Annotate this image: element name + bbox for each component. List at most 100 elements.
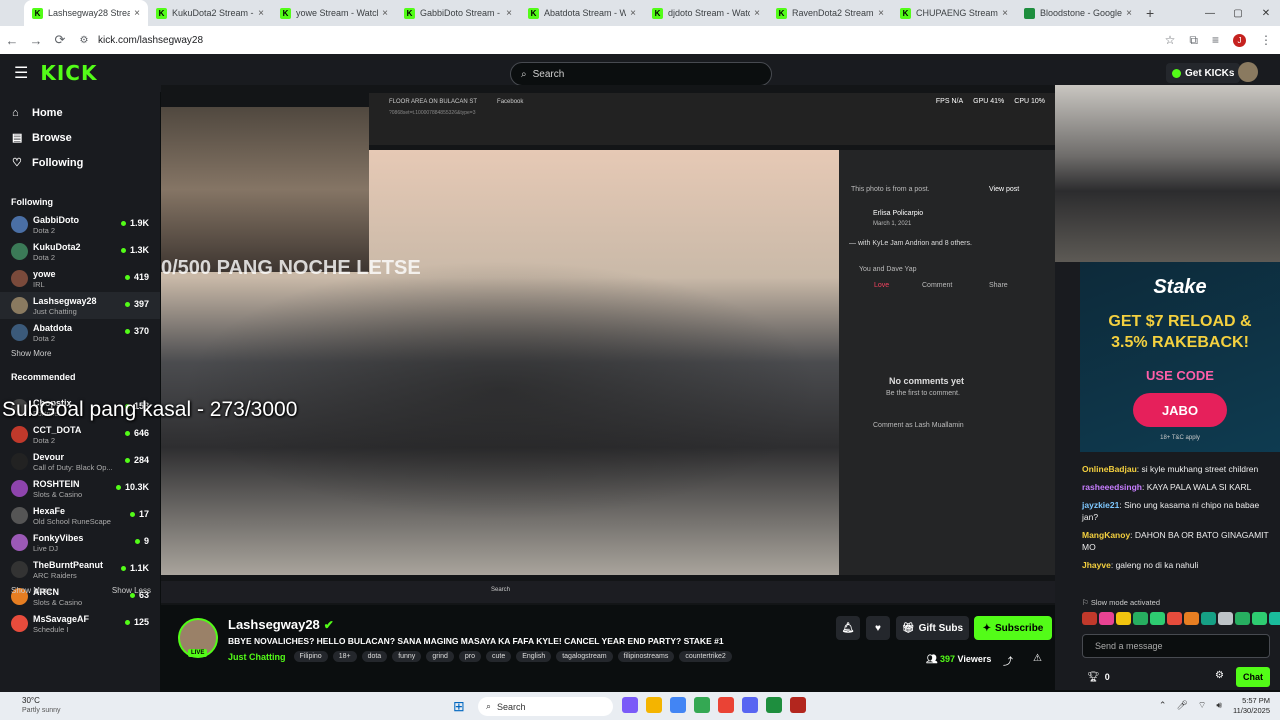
mic-icon[interactable]: 🎤︎ (1176, 700, 1187, 711)
kick-logo[interactable]: KICK (40, 61, 97, 85)
settings-gear-icon[interactable]: ⚙ (1215, 670, 1224, 681)
profile-avatar[interactable]: J (1233, 33, 1246, 47)
chat-username[interactable]: OnlineBadjau (1082, 464, 1137, 474)
channel-item[interactable]: HexaFe Old School RuneScape 17 (0, 502, 160, 529)
emote-icon[interactable] (1235, 612, 1250, 625)
emote-icon[interactable] (1150, 612, 1165, 625)
stream-tag[interactable]: tagalogstream (556, 651, 613, 662)
channel-item[interactable]: Lashsegway28 Just Chatting 397 (0, 292, 160, 319)
reload-icon[interactable]: ⟳ (48, 32, 72, 48)
search-input[interactable]: ⌕ Search (510, 62, 772, 86)
chrome-icon[interactable] (718, 697, 734, 713)
browser-tab[interactable]: K Abatdota Stream - Watc× (520, 0, 644, 26)
discord-icon[interactable] (742, 697, 758, 713)
weather-widget[interactable]: 30°C Partly sunny (22, 696, 61, 716)
category-link[interactable]: Just Chatting (228, 652, 286, 662)
windows-start-icon[interactable]: ⊞ (453, 698, 465, 715)
chrome-icon[interactable] (670, 697, 686, 713)
emote-icon[interactable] (1133, 612, 1148, 625)
wifi-icon[interactable]: ⌔ (1198, 700, 1206, 711)
app-icon[interactable] (766, 697, 782, 713)
tab-close-icon[interactable]: × (878, 8, 884, 19)
notification-bell-button[interactable]: 🔔︎ (836, 616, 860, 640)
stream-tag[interactable]: cute (486, 651, 512, 662)
stream-tag[interactable]: countertrike2 (679, 651, 732, 662)
show-more-recommended[interactable]: Show More (11, 586, 51, 595)
forward-icon[interactable]: → (24, 33, 48, 48)
hamburger-icon[interactable]: ☰ (14, 63, 28, 83)
emote-icon[interactable] (1252, 612, 1267, 625)
emote-icon[interactable] (1099, 612, 1114, 625)
follow-heart-button[interactable]: ♥ (866, 616, 890, 640)
browser-tab[interactable]: Kyowe Stream - Watch L × (272, 0, 396, 26)
browser-tab[interactable]: K GabbiDoto Stream - Wa × (396, 0, 520, 26)
file-explorer-icon[interactable] (646, 697, 662, 713)
tab-close-icon[interactable]: × (258, 8, 264, 19)
emote-icon[interactable] (1269, 612, 1280, 625)
browser-tab[interactable]: Bloodstone - Google Sh× (1016, 0, 1140, 26)
extensions-icon[interactable]: ⧉ (1189, 33, 1198, 48)
site-info-icon[interactable]: ⚙ (72, 35, 96, 46)
emote-icon[interactable] (1116, 612, 1131, 625)
app-icon[interactable] (790, 697, 806, 713)
stream-tag[interactable]: dota (361, 651, 388, 662)
streamer-name[interactable]: Lashsegway28 (228, 617, 320, 632)
sidebar-item-browse[interactable]: ▤ Browse (0, 125, 160, 150)
chat-input[interactable]: Send a message (1082, 634, 1270, 658)
emote-icon[interactable] (1218, 612, 1233, 625)
gift-subs-button[interactable]: 🎁︎ Gift Subs (896, 616, 969, 640)
chrome-icon[interactable] (694, 697, 710, 713)
tab-close-icon[interactable]: × (382, 8, 388, 19)
browser-tab[interactable]: K RavenDota2 Stream - W × (768, 0, 892, 26)
stream-tag[interactable]: English (516, 651, 552, 662)
taskbar-search[interactable]: ⌕ Search (478, 697, 613, 716)
chevron-up-icon[interactable]: ⌃ (1159, 700, 1167, 711)
user-avatar[interactable] (1238, 62, 1258, 82)
stream-tag[interactable]: grind (426, 651, 454, 662)
channel-item[interactable]: yowe IRL 419 (0, 265, 160, 292)
emote-icon[interactable] (1167, 612, 1182, 625)
channel-item[interactable]: TheBurntPeanut ARC Raiders 1.1K (0, 556, 160, 583)
url-field[interactable]: kick.com/lashsegway28 (98, 35, 203, 46)
chat-username[interactable]: jayzkie21 (1082, 500, 1119, 510)
volume-icon[interactable]: 🔊︎ (1216, 700, 1222, 711)
browser-tab[interactable]: K CHUPAENG Stream - Wa × (892, 0, 1016, 26)
minimize-icon[interactable]: — (1196, 8, 1224, 19)
chat-username[interactable]: rasheeedsingh (1082, 482, 1142, 492)
clock[interactable]: 5:57 PM 11/30/2025 (1233, 696, 1270, 716)
stream-tag[interactable]: filipinostreams (617, 651, 675, 662)
sidebar-item-home[interactable]: ⌂ Home (0, 100, 160, 125)
browser-tab[interactable]: K Lashsegway28 Stream× (24, 0, 148, 26)
report-icon[interactable]: ⚠ (1033, 653, 1042, 664)
channel-item[interactable]: GabbiDoto Dota 2 1.9K (0, 211, 160, 238)
video-player[interactable]: FLOOR AREA ON BULACAN ST Facebook ?0868s… (161, 85, 1055, 605)
subscribe-button[interactable]: ✦ Subscribe (974, 616, 1052, 640)
stream-tag[interactable]: funny (392, 651, 422, 662)
tab-close-icon[interactable]: × (1126, 8, 1132, 19)
sidebar-item-following[interactable]: ♡ Following (0, 150, 160, 175)
cast-icon[interactable]: ≡ (1212, 33, 1219, 47)
ad-code-button[interactable]: JABO (1133, 393, 1227, 427)
emote-icon[interactable] (1201, 612, 1216, 625)
chat-username[interactable]: Jhayve (1082, 560, 1111, 570)
channel-item[interactable]: KukuDota2 Dota 2 1.3K (0, 238, 160, 265)
tab-close-icon[interactable]: × (1002, 8, 1008, 19)
close-icon[interactable]: ✕ (1252, 8, 1280, 19)
stream-tag[interactable]: Filipino (293, 651, 328, 662)
bookmark-star-icon[interactable]: ☆ (1165, 33, 1176, 47)
channel-item[interactable]: FonkyVibes Live DJ 9 (0, 529, 160, 556)
menu-icon[interactable]: ⋮ (1260, 33, 1272, 47)
channel-item[interactable]: CCT_DOTA Dota 2 646 (0, 421, 160, 448)
new-tab-icon[interactable]: + (1146, 5, 1154, 21)
stream-tag[interactable]: pro (458, 651, 482, 662)
stake-ad[interactable]: Stake GET $7 RELOAD & 3.5% RAKEBACK! USE … (1080, 262, 1280, 452)
channel-item[interactable]: Abatdota Dota 2 370 (0, 319, 160, 346)
share-icon[interactable]: ⤴ (1003, 653, 1013, 668)
back-icon[interactable]: ← (0, 33, 24, 48)
tab-close-icon[interactable]: × (630, 8, 636, 19)
channel-item[interactable]: ROSHTEIN Slots & Casino 10.3K (0, 475, 160, 502)
emote-icon[interactable] (1184, 612, 1199, 625)
tab-close-icon[interactable]: × (754, 8, 760, 19)
browser-tab[interactable]: K KukuDota2 Stream - Wa × (148, 0, 272, 26)
show-more-following[interactable]: Show More (0, 346, 160, 362)
